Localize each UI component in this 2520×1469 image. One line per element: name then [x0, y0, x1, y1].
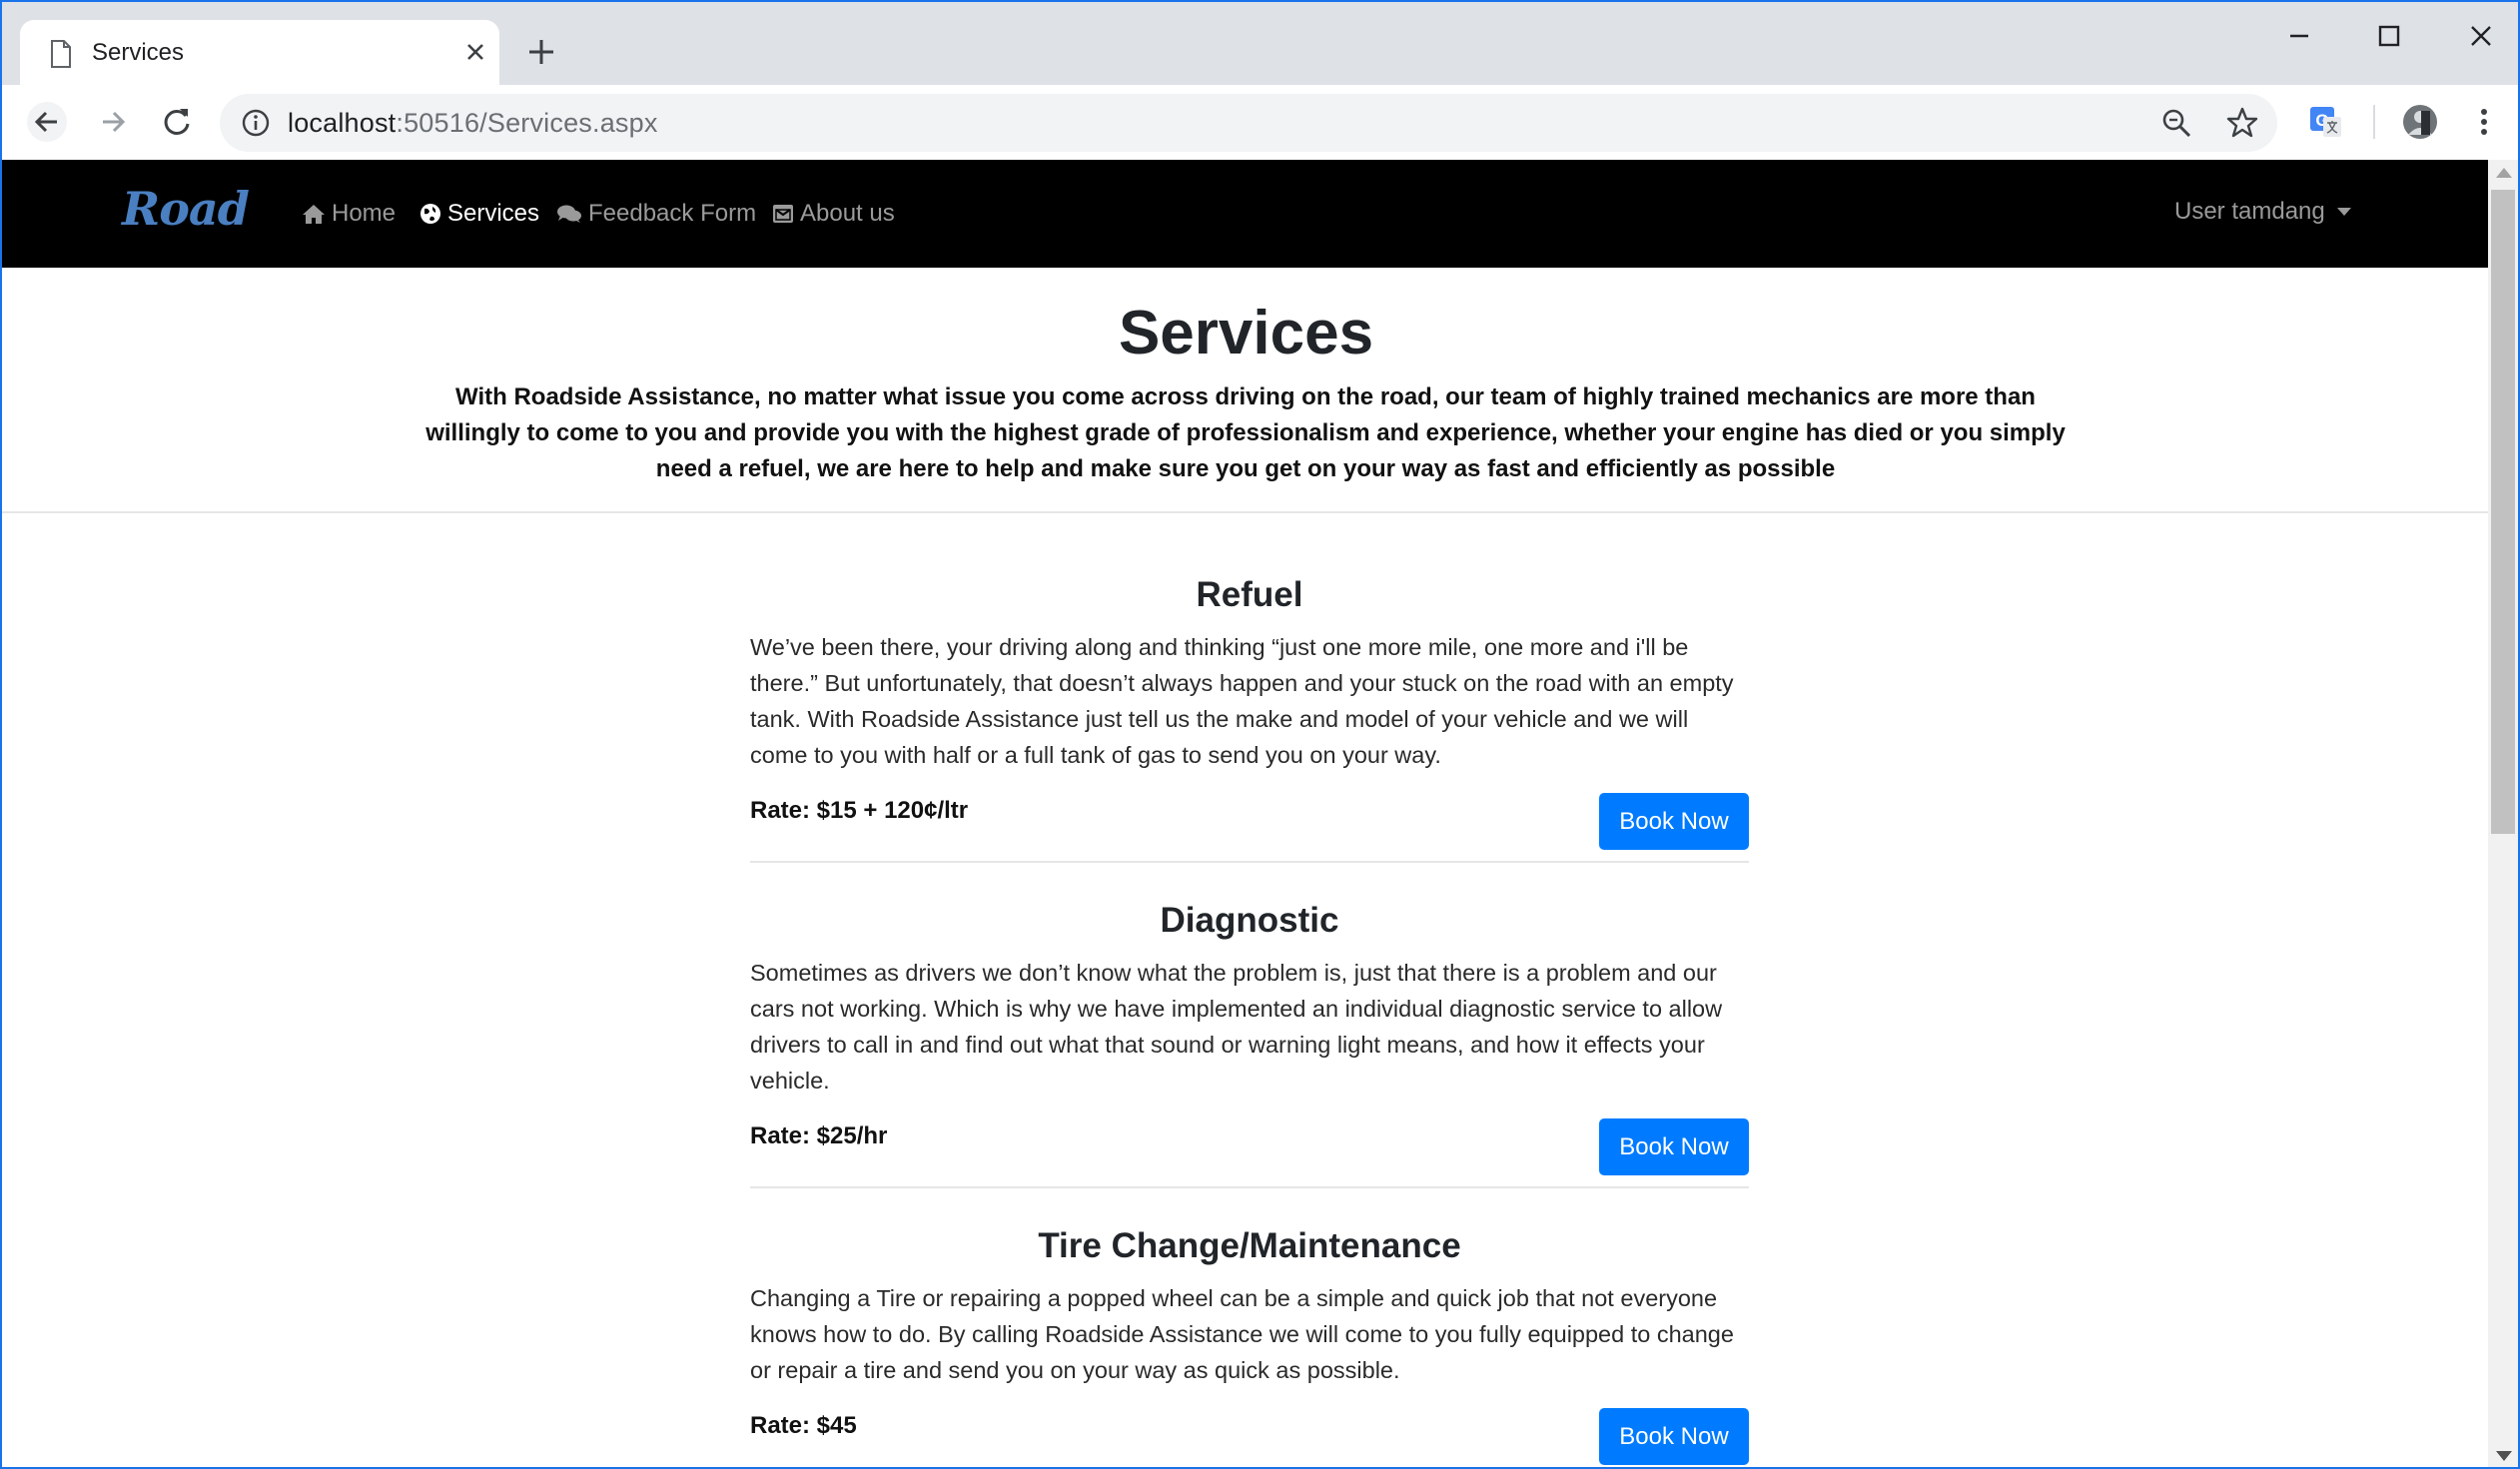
comments-icon [557, 205, 581, 223]
caret-down-icon [2336, 208, 2351, 216]
service-title: Refuel [1196, 575, 1303, 614]
new-tab-icon[interactable] [523, 34, 559, 70]
scroll-down-arrow-icon[interactable] [2496, 1451, 2512, 1461]
info-icon[interactable] [240, 107, 272, 139]
tab-title: Services [92, 39, 185, 66]
service-footer: Rate: $45 Book Now [750, 1388, 1749, 1467]
translate-icon[interactable]: G [2305, 101, 2347, 143]
page-icon [51, 40, 71, 68]
user-label: User tamdang [2174, 198, 2325, 225]
service-footer: Rate: $25/hr Book Now [750, 1099, 1749, 1186]
book-now-button[interactable]: Book Now [1599, 793, 1749, 850]
zoom-icon[interactable] [2159, 106, 2193, 140]
page-viewport: Road Home Services Feedback Form About u… [0, 160, 2520, 1469]
envelope-icon [773, 205, 793, 223]
service-title: Diagnostic [1160, 901, 1339, 940]
service-card-diagnostic: Diagnostic Sometimes as drivers we don’t… [750, 901, 1749, 1188]
service-footer: Rate: $15 + 120¢/ltr Book Now [750, 773, 1749, 861]
reload-icon[interactable] [156, 101, 198, 143]
profile-avatar-icon[interactable] [2399, 101, 2441, 143]
service-rate: Rate: $15 + 120¢/ltr [750, 797, 969, 824]
nav-feedback[interactable]: Feedback Form [556, 198, 756, 230]
services-list: Refuel We’ve been there, your driving al… [750, 575, 1749, 1467]
service-rate: Rate: $45 [750, 1412, 857, 1439]
nav-home[interactable]: Home [302, 198, 396, 230]
nav-services[interactable]: Services [420, 198, 539, 230]
book-now-button[interactable]: Book Now [1599, 1408, 1749, 1465]
page-title: Services [1118, 299, 1374, 367]
menu-kebab-icon[interactable] [2463, 101, 2505, 143]
bookmark-star-icon[interactable] [2225, 106, 2259, 140]
toolbar-divider [2373, 105, 2375, 139]
service-rate: Rate: $25/hr [750, 1122, 888, 1149]
globe-icon [420, 204, 440, 224]
page-intro: With Roadside Assistance, no matter what… [425, 383, 2066, 482]
nav-feedback-label: Feedback Form [588, 200, 757, 227]
address-bar[interactable]: localhost:50516/Services.aspx [220, 94, 2277, 152]
user-dropdown[interactable]: User tamdang [2174, 198, 2351, 226]
book-now-button[interactable]: Book Now [1599, 1118, 1749, 1175]
service-description: Sometimes as drivers we don’t know what … [750, 960, 1723, 1094]
nav-home-label: Home [332, 200, 397, 227]
scroll-up-arrow-icon[interactable] [2496, 168, 2512, 178]
scroll-thumb[interactable] [2491, 190, 2515, 834]
service-description: We’ve been there, your driving along and… [750, 634, 1734, 768]
service-card-refuel: Refuel We’ve been there, your driving al… [750, 575, 1749, 863]
minimize-icon[interactable] [2279, 16, 2319, 56]
forward-icon[interactable] [92, 101, 134, 143]
close-window-icon[interactable] [2461, 16, 2501, 56]
nav-about-label: About us [800, 200, 895, 227]
nav-about[interactable]: About us [772, 198, 895, 230]
nav-services-label: Services [447, 200, 540, 227]
url-text[interactable]: localhost:50516/Services.aspx [288, 108, 658, 139]
vertical-scrollbar[interactable] [2488, 160, 2518, 1467]
maximize-icon[interactable] [2369, 16, 2409, 56]
browser-toolbar: localhost:50516/Services.aspx G [0, 85, 2520, 160]
site-navbar: Road Home Services Feedback Form About u… [2, 160, 2490, 268]
browser-tabstrip: Services [0, 0, 2520, 87]
service-title: Tire Change/Maintenance [1038, 1226, 1461, 1265]
close-tab-icon[interactable] [459, 36, 491, 68]
service-card-tire-change: Tire Change/Maintenance Changing a Tire … [750, 1226, 1749, 1467]
brand-logo[interactable]: Road [122, 182, 250, 236]
home-icon [303, 205, 325, 224]
back-icon[interactable] [26, 101, 68, 143]
hero-section: Services With Roadside Assistance, no ma… [2, 268, 2490, 513]
service-description: Changing a Tire or repairing a popped wh… [750, 1285, 1734, 1383]
browser-tab[interactable]: Services [20, 20, 499, 87]
